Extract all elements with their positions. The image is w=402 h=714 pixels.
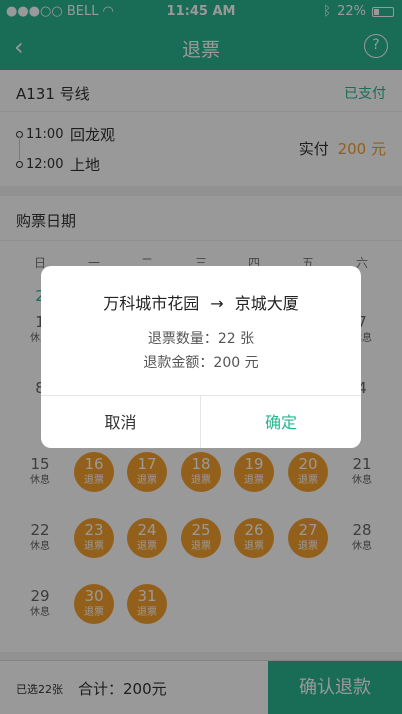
refund-dialog: 万科城市花园 → 京城大厦 退票数量：22 张 退款金额：200 元 取消 确定 [41, 266, 361, 448]
arrow-icon: → [210, 294, 224, 313]
cancel-button[interactable]: 取消 [41, 396, 201, 448]
dialog-count: 退票数量：22 张 [147, 331, 255, 347]
ok-button[interactable]: 确定 [201, 396, 361, 448]
dialog-route: 万科城市花园 → 京城大厦 [41, 290, 361, 314]
dialog-to: 京城大厦 [234, 294, 299, 313]
dialog-from: 万科城市花园 [103, 294, 200, 313]
dialog-amount: 退款金额：200 元 [143, 355, 259, 371]
dialog-actions: 取消 确定 [41, 395, 361, 448]
